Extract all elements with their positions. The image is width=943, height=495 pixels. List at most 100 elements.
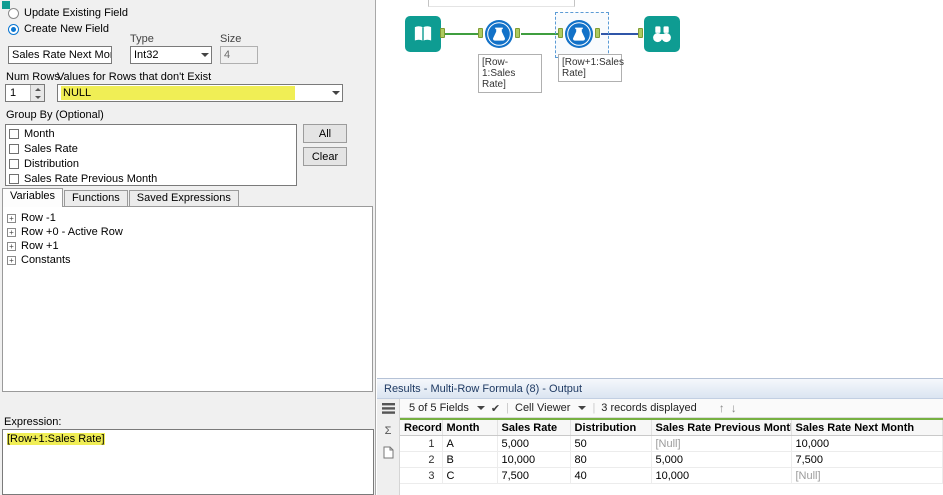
record-number-cell[interactable]: 3 [400, 467, 443, 484]
fields-summary-label: 5 of 5 Fields [409, 402, 469, 414]
table-cell[interactable]: 10,000 [497, 451, 571, 468]
table-cell[interactable]: B [442, 451, 498, 468]
radio-selected-icon[interactable] [8, 23, 19, 35]
apply-check-icon[interactable]: ✔ [491, 402, 500, 415]
all-button[interactable]: All [303, 124, 347, 143]
table-cell[interactable]: 80 [570, 451, 652, 468]
checkbox-icon[interactable] [9, 143, 19, 154]
tab-variables[interactable]: Variables [2, 188, 64, 207]
chevron-down-icon [201, 53, 209, 57]
group-by-item[interactable]: Sales Rate Previous Month [6, 171, 296, 185]
toolbar-separator: | [506, 402, 509, 414]
browse-tool[interactable] [644, 16, 680, 52]
results-table: Record Month Sales Rate Distribution Sal… [400, 418, 943, 484]
stepper-up-icon[interactable] [31, 85, 44, 93]
table-cell[interactable]: C [442, 467, 498, 484]
checkbox-icon[interactable] [9, 173, 19, 184]
output-anchor[interactable] [440, 28, 445, 38]
tool-caption[interactable]: [Row-1:Sales Rate] [478, 54, 542, 93]
multi-row-formula-tool-2[interactable] [564, 19, 594, 49]
data-grid-icon[interactable] [381, 402, 395, 415]
type-dropdown[interactable]: Int32 [130, 46, 212, 64]
expand-plus-icon[interactable] [7, 227, 16, 237]
group-by-item-label: Distribution [24, 157, 80, 170]
table-row[interactable]: 3 C 7,500 40 10,000 [Null] [400, 467, 943, 484]
tab-saved-expressions[interactable]: Saved Expressions [128, 190, 239, 207]
checkbox-icon[interactable] [9, 158, 19, 169]
scroll-down-icon[interactable]: ↓ [731, 401, 737, 415]
table-cell[interactable]: [Null] [791, 467, 943, 484]
table-cell[interactable]: 5,000 [497, 435, 571, 452]
table-cell[interactable]: 5,000 [651, 451, 792, 468]
output-anchor[interactable] [595, 28, 600, 38]
tree-item[interactable]: Row +1 [7, 239, 372, 253]
radio-create-new-field[interactable]: Create New Field [8, 22, 109, 36]
table-cell[interactable]: 50 [570, 435, 652, 452]
scroll-up-icon[interactable]: ↑ [719, 401, 725, 415]
record-number-cell[interactable]: 1 [400, 435, 443, 452]
expand-plus-icon[interactable] [7, 241, 16, 251]
group-by-item[interactable]: Month [6, 126, 296, 141]
table-cell[interactable]: A [442, 435, 498, 452]
connection-wire[interactable] [445, 33, 481, 35]
group-by-item-label: Month [24, 127, 55, 140]
tree-item-label: Row -1 [21, 212, 56, 224]
input-anchor[interactable] [638, 28, 643, 38]
tree-item[interactable]: Row +0 - Active Row [7, 225, 372, 239]
column-header[interactable]: Sales Rate Next Month [791, 419, 943, 436]
output-anchor[interactable] [515, 28, 520, 38]
table-row[interactable]: 2 B 10,000 80 5,000 7,500 [400, 451, 943, 468]
table-cell[interactable]: 7,500 [791, 451, 943, 468]
alteryx-window: Update Existing Field Create New Field T… [0, 0, 943, 495]
clear-button[interactable]: Clear [303, 147, 347, 166]
input-data-tool[interactable] [405, 16, 441, 52]
fields-summary-dropdown[interactable]: 5 of 5 Fields [409, 402, 485, 414]
tab-functions[interactable]: Functions [64, 190, 128, 207]
table-cell[interactable]: 10,000 [791, 435, 943, 452]
expression-input[interactable]: [Row+1:Sales Rate] [2, 429, 374, 495]
column-header[interactable]: Sales Rate Previous Month [651, 419, 792, 436]
values-dropdown[interactable]: NULL [57, 84, 343, 102]
workflow-canvas[interactable]: [Row-1:Sales Rate] [Row+1:Sales Rate] [377, 0, 943, 378]
chevron-down-icon [578, 406, 587, 410]
checkbox-icon[interactable] [9, 128, 19, 139]
table-cell[interactable]: 7,500 [497, 467, 571, 484]
values-value: NULL [61, 86, 295, 100]
variables-tree[interactable]: Row -1 Row +0 - Active Row Row +1 Consta… [2, 206, 373, 392]
column-header[interactable]: Distribution [570, 419, 652, 436]
tree-item[interactable]: Constants [7, 253, 372, 267]
group-by-item[interactable]: Sales Rate [6, 141, 296, 156]
radio-icon[interactable] [8, 7, 19, 19]
column-header[interactable]: Record [400, 419, 443, 436]
results-header[interactable]: Results - Multi-Row Formula (8) - Output [377, 379, 943, 399]
group-by-item[interactable]: Distribution [6, 156, 296, 171]
group-by-listbox[interactable]: Month Sales Rate Distribution Sales Rate… [5, 124, 297, 186]
field-name-input[interactable]: Sales Rate Next Month [8, 46, 112, 64]
expand-plus-icon[interactable] [7, 255, 16, 265]
table-cell[interactable]: [Null] [651, 435, 792, 452]
record-number-cell[interactable]: 2 [400, 451, 443, 468]
tool-caption[interactable]: [Row+1:Sales Rate] [558, 54, 624, 82]
stepper-down-icon[interactable] [31, 93, 44, 101]
table-cell[interactable]: 10,000 [651, 467, 792, 484]
radio-update-existing-field[interactable]: Update Existing Field [8, 6, 128, 20]
column-header[interactable]: Month [442, 419, 498, 436]
input-anchor[interactable] [558, 28, 563, 38]
values-label: Values for Rows that don't Exist [57, 71, 212, 83]
toolbar-separator: | [592, 402, 596, 414]
multi-row-formula-tool-1[interactable] [484, 19, 514, 49]
table-cell[interactable]: 40 [570, 467, 652, 484]
results-side-toolbar: Σ [377, 399, 400, 495]
num-rows-stepper[interactable]: 1 [5, 84, 45, 102]
table-row[interactable]: 1 A 5,000 50 [Null] 10,000 [400, 435, 943, 452]
input-anchor[interactable] [478, 28, 483, 38]
tree-item-label: Row +1 [21, 240, 59, 252]
expand-plus-icon[interactable] [7, 213, 16, 223]
workflow-tab-edge[interactable] [428, 0, 575, 7]
tree-item[interactable]: Row -1 [7, 211, 372, 225]
metadata-icon[interactable]: Σ [381, 424, 395, 437]
cell-viewer-page-icon[interactable] [381, 446, 395, 459]
column-header[interactable]: Sales Rate [497, 419, 571, 436]
cell-viewer-dropdown[interactable]: Cell Viewer [515, 402, 587, 414]
multirow-formula-config-panel: Update Existing Field Create New Field T… [0, 0, 376, 495]
